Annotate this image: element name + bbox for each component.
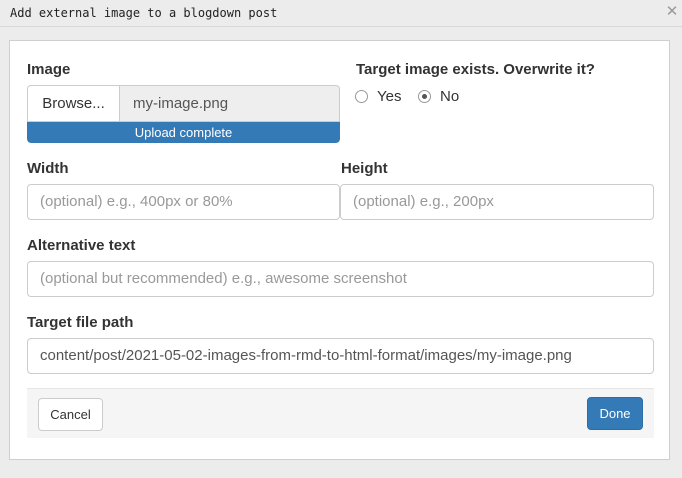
upload-status: Upload complete [134,125,233,140]
radio-no-label: No [440,88,460,105]
alt-text-input[interactable]: (optional but recommended) e.g., awesome… [27,261,654,297]
image-label: Image [27,61,71,78]
done-button[interactable]: Done [587,397,643,430]
dialog-panel: Image Browse... my-image.png Upload comp… [9,40,670,460]
height-input[interactable]: (optional) e.g., 200px [340,184,654,220]
height-label: Height [341,160,388,177]
radio-yes-label: Yes [377,88,402,105]
close-icon[interactable]: ✕ [665,3,679,19]
cancel-button[interactable]: Cancel [38,398,103,431]
window-title: Add external image to a blogdown post [10,6,278,20]
radio-no-dot[interactable] [418,90,431,103]
target-path-input[interactable]: content/post/2021-05-02-images-from-rmd-… [27,338,654,374]
radio-yes-dot[interactable] [355,90,368,103]
alt-text-label: Alternative text [27,237,136,254]
title-bar: Add external image to a blogdown post ✕ [0,0,682,27]
target-path-label: Target file path [27,314,134,331]
width-input[interactable]: (optional) e.g., 400px or 80% [27,184,340,220]
browse-button[interactable]: Browse... [27,85,120,122]
width-label: Width [27,160,69,177]
upload-progress-bar: Upload complete [27,122,340,143]
dialog-footer: Cancel Done [27,388,654,438]
overwrite-label: Target image exists. Overwrite it? [356,61,595,78]
filename-display: my-image.png [119,85,340,122]
